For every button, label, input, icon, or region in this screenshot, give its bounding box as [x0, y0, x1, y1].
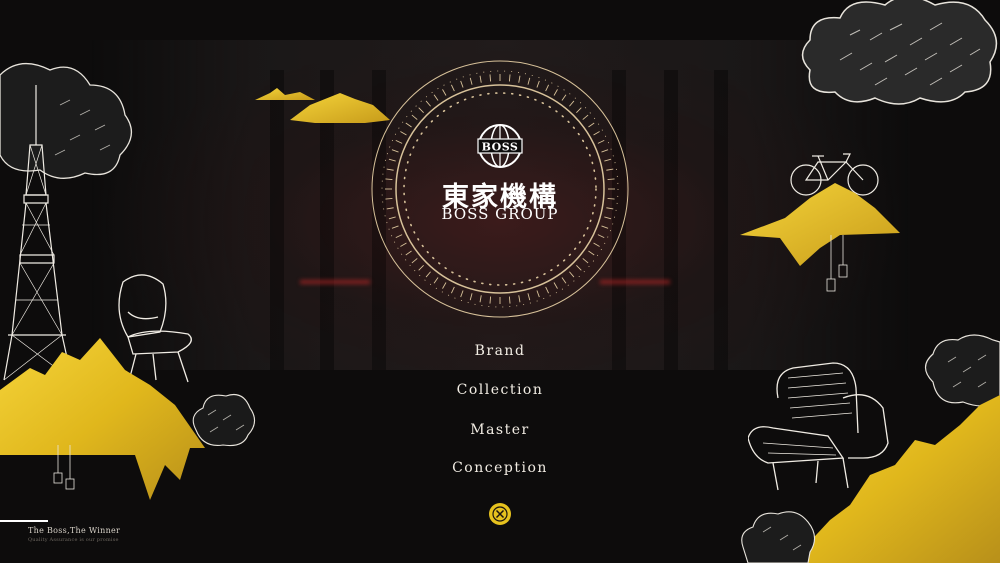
ring-tick [479, 295, 482, 303]
ring-tick [385, 178, 393, 181]
ring-tick [425, 271, 431, 278]
gold-mountain-illustration [740, 183, 900, 266]
tagline-divider [0, 520, 48, 522]
ring-tick [545, 286, 550, 294]
ring-tick [582, 114, 589, 120]
ring-tick [597, 234, 605, 239]
cloud-illustration [192, 393, 256, 447]
ring-tick [450, 286, 455, 294]
menu-item-collection: Collection [400, 379, 600, 398]
ring-tick [536, 80, 540, 88]
ring-tick [582, 258, 589, 264]
hanging-lamp-illustration [826, 235, 848, 292]
tagline: The Boss,The Winner [28, 526, 121, 535]
ring-tick [450, 84, 455, 92]
ring-tick [508, 296, 511, 304]
background-pillar [664, 70, 678, 370]
ring-tick [418, 265, 424, 271]
ring-tick [607, 197, 615, 200]
menu-item-conception: Conception [400, 457, 600, 476]
background-light [300, 280, 370, 284]
hanging-lamp-illustration [53, 445, 75, 490]
ring-tick [489, 74, 492, 82]
ring-tick [527, 293, 531, 301]
ring-tick [569, 100, 575, 107]
ring-tick [411, 114, 418, 120]
ring-tick [405, 250, 412, 256]
gold-mountain-illustration [790, 395, 1000, 563]
ring-tick [400, 131, 407, 136]
ring-tick [386, 207, 394, 210]
ring-tick [391, 149, 399, 153]
ring-tick [469, 293, 473, 301]
ring-tick [442, 282, 447, 289]
tagline-subtitle: Quality Assurance is our promise [28, 537, 119, 543]
menu-link-master[interactable]: Master [470, 422, 529, 438]
ring-tick [391, 225, 399, 229]
globe-emblem-icon: BOSS [477, 124, 523, 168]
gold-mountain-illustration [0, 338, 205, 500]
emblem-text: BOSS [482, 141, 519, 154]
ring-tick [405, 122, 412, 128]
close-menu-button[interactable] [489, 503, 511, 525]
ring-tick [561, 277, 567, 284]
ring-tick [518, 295, 521, 303]
ring-tick [553, 282, 558, 289]
ring-tick [593, 131, 600, 136]
close-x-icon [492, 506, 508, 522]
ring-tick [418, 107, 424, 113]
ring-tick [576, 265, 582, 271]
ring-tick [400, 242, 407, 247]
ring-tick [545, 84, 550, 92]
ring-tick [518, 75, 521, 83]
ring-tick [386, 168, 394, 171]
ring-tick [604, 216, 612, 220]
ring-tick [606, 168, 614, 171]
ring-tick [569, 271, 575, 278]
ring-tick [553, 89, 558, 96]
menu-overlay: BOSS 東家機構 BOSS GROUP Brand Collection Ma… [0, 0, 1000, 563]
ring-tick [442, 89, 447, 96]
ring-tick [606, 207, 614, 210]
ring-tick [460, 80, 464, 88]
ring-tick [588, 122, 595, 128]
ring-tick [479, 75, 482, 83]
brand-name-english: BOSS GROUP [441, 205, 559, 223]
menu-link-collection[interactable]: Collection [457, 382, 544, 398]
menu-item-master: Master [400, 419, 600, 438]
ring-tick [607, 178, 615, 181]
cloud-illustration [741, 511, 816, 563]
cloud-illustration [801, 0, 998, 105]
ring-tick [601, 225, 609, 229]
ring-tick [536, 290, 540, 298]
ring-tick [601, 149, 609, 153]
ring-tick [388, 158, 396, 162]
ring-tick [593, 242, 600, 247]
ring-tick [604, 158, 612, 162]
ring-tick [597, 139, 605, 144]
ring-tick [425, 100, 431, 107]
menu-link-brand[interactable]: Brand [475, 343, 526, 359]
ring-tick [489, 296, 492, 304]
ring-tick [508, 74, 511, 82]
menu-item-brand: Brand [400, 340, 600, 359]
ring-tick [527, 77, 531, 85]
ring-tick [561, 94, 567, 101]
ring-tick [433, 94, 439, 101]
ring-tick [433, 277, 439, 284]
ring-tick [588, 250, 595, 256]
ring-tick [411, 258, 418, 264]
ring-tick [460, 290, 464, 298]
ring-tick [576, 107, 582, 113]
ring-tick [395, 139, 403, 144]
ring-tick [385, 197, 393, 200]
ring-tick [469, 77, 473, 85]
ring-tick [388, 216, 396, 220]
ring-tick [395, 234, 403, 239]
menu-link-conception[interactable]: Conception [452, 460, 548, 476]
background-pillar [714, 70, 728, 370]
